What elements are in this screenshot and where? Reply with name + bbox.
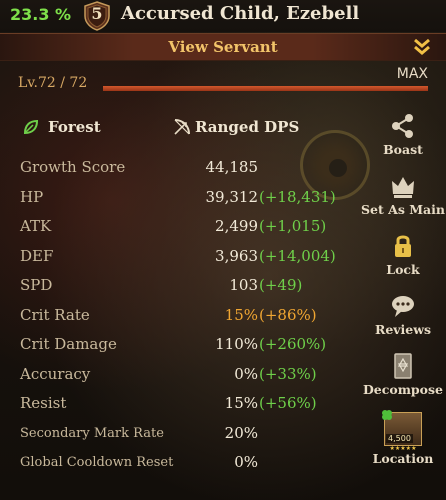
- location-card-stars: ★★★★★: [389, 445, 417, 452]
- stat-value: 0%: [234, 453, 258, 471]
- stat-bonus: (+14,004): [259, 246, 336, 265]
- reviews-button[interactable]: Reviews: [360, 292, 446, 337]
- header-bar: 23.3 % 5 Accursed Child, Ezebell: [0, 0, 446, 32]
- level-progress-bar: [103, 86, 428, 91]
- stat-row-crit-rate: Crit Rate 15% (+86%): [0, 302, 360, 332]
- lock-label: Lock: [386, 262, 420, 277]
- stat-bonus: (+1,015): [259, 217, 327, 235]
- stats-list: Growth Score 44,185 HP 39,312 (+18,431) …: [0, 154, 360, 479]
- crown-icon: [392, 177, 414, 198]
- progress-percent: 23.3 %: [10, 5, 72, 24]
- attribute-label: Forest: [48, 118, 101, 136]
- stat-bonus: (+18,431): [259, 187, 336, 206]
- reviews-label: Reviews: [374, 322, 432, 337]
- stat-row-secondary-mark-rate: Secondary Mark Rate 20%: [0, 420, 360, 450]
- max-level-badge: MAX: [396, 66, 428, 82]
- boast-button[interactable]: Boast: [360, 112, 446, 157]
- class-info-row: Forest Ranged DPS: [0, 114, 360, 142]
- stat-row-global-cooldown-reset: Global Cooldown Reset 0%: [0, 449, 360, 479]
- stat-value: 110%: [215, 335, 258, 353]
- stat-value: 15%: [224, 305, 258, 324]
- location-button[interactable]: 4,500 ★★★★★ Location: [360, 410, 446, 466]
- boast-label: Boast: [383, 142, 423, 157]
- level-progress-fill: [103, 86, 428, 91]
- stat-bonus: (+260%): [259, 335, 327, 353]
- stat-row-spd: SPD 103 (+49): [0, 272, 360, 302]
- role-label: Ranged DPS: [195, 118, 300, 136]
- stat-row-hp: HP 39,312 (+18,431): [0, 184, 360, 214]
- stat-value: 39,312: [205, 187, 259, 206]
- lock-button[interactable]: Lock: [360, 232, 446, 277]
- view-servant-button[interactable]: View Servant: [0, 33, 446, 61]
- lock-icon: [395, 235, 411, 257]
- decompose-icon: [394, 353, 412, 379]
- set-as-main-button[interactable]: Set As Main: [360, 172, 446, 217]
- chat-bubble-icon: [392, 296, 414, 317]
- stat-value: 15%: [224, 394, 258, 412]
- location-card-icon: 4,500 ★★★★★: [382, 410, 422, 452]
- clover-icon: [382, 410, 392, 420]
- stat-bonus: (+33%): [259, 364, 317, 383]
- bow-icon: [174, 119, 190, 135]
- view-servant-label: View Servant: [168, 38, 278, 56]
- stat-row-resist: Resist 15% (+56%): [0, 390, 360, 420]
- stat-row-def: DEF 3,963 (+14,004): [0, 243, 360, 273]
- stat-bonus: (+86%): [259, 305, 317, 324]
- stat-value: 20%: [224, 423, 258, 442]
- location-card-value: 4,500: [386, 434, 413, 443]
- stat-row-atk: ATK 2,499 (+1,015): [0, 213, 360, 243]
- level-row: Lv.72 / 72 MAX: [0, 62, 446, 98]
- stat-row-accuracy: Accuracy 0% (+33%): [0, 361, 360, 391]
- level-label: Lv.72 / 72: [18, 75, 88, 91]
- double-chevron-down-icon[interactable]: [412, 37, 432, 57]
- location-label: Location: [372, 451, 434, 466]
- decompose-button[interactable]: Decompose: [360, 352, 446, 397]
- set-as-main-label: Set As Main: [361, 202, 445, 217]
- stat-bonus: (+56%): [259, 394, 317, 412]
- leaf-icon: [23, 119, 39, 135]
- stat-value: 44,185: [205, 158, 259, 176]
- stat-value: 3,963: [215, 246, 258, 265]
- share-icon: [392, 114, 413, 138]
- rank-number: 5: [91, 4, 103, 23]
- servant-name: Accursed Child, Ezebell: [121, 3, 360, 24]
- stat-bonus: (+49): [259, 276, 303, 294]
- stat-value: 103: [229, 276, 258, 294]
- stat-row-growth-score: Growth Score 44,185: [0, 154, 360, 184]
- decompose-label: Decompose: [362, 382, 444, 397]
- stat-value: 0%: [234, 364, 258, 383]
- stat-value: 2,499: [215, 217, 258, 235]
- stat-row-crit-damage: Crit Damage 110% (+260%): [0, 331, 360, 361]
